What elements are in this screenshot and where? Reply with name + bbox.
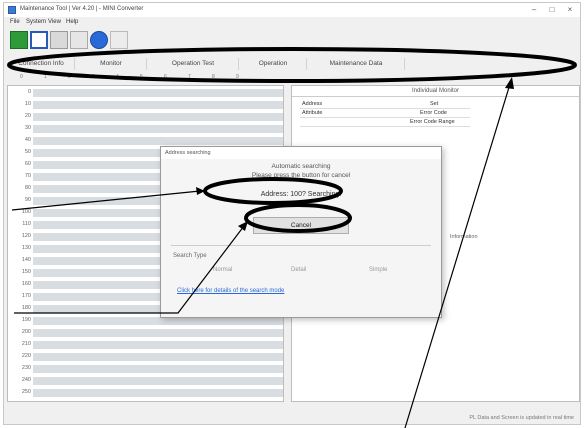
address-highlight-ellipse xyxy=(203,177,343,205)
tab-bar-highlight-ellipse xyxy=(7,47,577,83)
arrowhead xyxy=(505,77,514,89)
annotation-line xyxy=(14,225,245,314)
arrowhead xyxy=(196,187,205,195)
annotation-overlay xyxy=(7,47,577,428)
arrowhead xyxy=(238,221,248,231)
annotation-line xyxy=(404,83,511,428)
annotation-line xyxy=(11,190,201,211)
cancel-highlight-ellipse xyxy=(244,203,352,233)
